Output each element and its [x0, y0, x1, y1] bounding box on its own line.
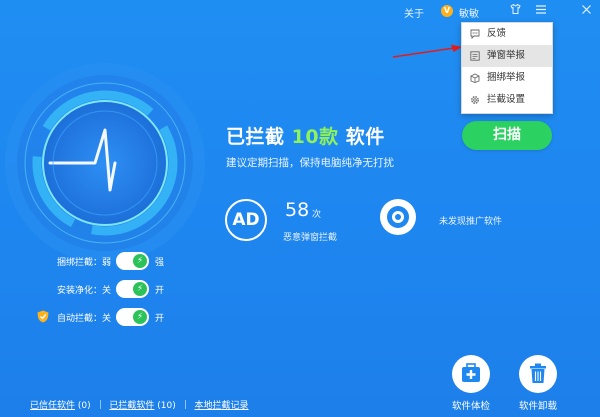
scan-button[interactable]: 扫描 — [462, 121, 552, 150]
lightning-icon: ⚡ — [133, 310, 147, 324]
headline-suffix: 软件 — [345, 126, 385, 148]
bundle-block-toggle[interactable]: ⚡ — [116, 252, 149, 270]
title-bar: 关于 V 敏敏 — [0, 0, 600, 22]
menu-item-label: 弹窗举报 — [487, 50, 526, 61]
popup-count: 58 — [285, 199, 310, 221]
blocked-count: (10) — [157, 401, 176, 411]
hamburger-icon[interactable] — [533, 3, 549, 19]
auto-block-toggle[interactable]: ⚡ — [116, 308, 149, 326]
bundle-report-icon — [470, 73, 480, 83]
menu-item-feedback[interactable]: 反馈 — [462, 23, 552, 45]
advice-text: 建议定期扫描，保持电脑纯净无打扰 — [226, 157, 394, 169]
user-avatar[interactable]: V — [441, 5, 453, 17]
bundle-block-label: 捆绑拦截：弱 — [56, 258, 111, 268]
install-clean-label: 安装净化：关 — [56, 286, 111, 296]
blocked-software-link[interactable]: 已拦截软件 — [109, 401, 154, 411]
about-link[interactable]: 关于 — [404, 5, 424, 20]
auto-block-value: 开 — [155, 314, 165, 324]
dropdown-menu: 反馈 弹窗举报 捆绑举报 拦截设置 — [461, 22, 553, 114]
radar-graphic — [5, 63, 205, 260]
software-uninstall-button[interactable] — [519, 355, 557, 393]
popup-report-icon — [470, 51, 480, 61]
software-checkup-label[interactable]: 软件体检 — [452, 398, 490, 412]
medkit-icon — [462, 363, 480, 382]
app-window: 关于 V 敏敏 已拦截 10款 软件 建议定期扫描，保持电脑纯净无打扰 扫描 A… — [0, 0, 600, 417]
menu-item-label: 捆绑举报 — [487, 72, 526, 83]
local-records-link[interactable]: 本地拦截记录 — [195, 401, 249, 411]
popup-unit: 次 — [312, 210, 322, 220]
menu-item-popup-report[interactable]: 弹窗举报 — [462, 45, 552, 67]
install-clean-value: 开 — [155, 286, 165, 296]
footer-divider — [99, 400, 101, 409]
trusted-software-link[interactable]: 已信任软件 — [30, 401, 75, 411]
menu-item-label: 反馈 — [487, 28, 507, 39]
username-label[interactable]: 敏敏 — [459, 5, 479, 20]
headline-prefix: 已拦截 — [226, 126, 285, 148]
popup-block-label: 恶意弹窗拦截 — [283, 233, 338, 243]
menu-item-bundle-report[interactable]: 捆绑举报 — [462, 67, 552, 89]
trusted-count: (0) — [77, 401, 91, 411]
menu-item-label: 拦截设置 — [487, 94, 526, 105]
bundle-block-value: 强 — [155, 258, 165, 268]
footer-divider — [184, 400, 186, 409]
footer-links: 已信任软件 (0) 已拦截软件 (10) 本地拦截记录 — [30, 398, 249, 411]
promo-software-icon — [380, 199, 416, 235]
lightning-icon: ⚡ — [133, 282, 147, 296]
gear-icon — [471, 96, 479, 104]
trash-icon — [530, 363, 546, 383]
install-clean-toggle[interactable]: ⚡ — [116, 280, 149, 298]
install-clean-row: 安装净化：关 — [0, 280, 111, 300]
close-icon[interactable] — [578, 3, 594, 19]
speech-bubble-icon — [470, 29, 480, 39]
software-checkup-button[interactable] — [452, 355, 490, 393]
lightning-icon: ⚡ — [133, 254, 147, 268]
shirt-icon[interactable] — [507, 3, 523, 19]
bundle-block-row: 捆绑拦截：弱 — [0, 252, 111, 272]
blocked-count-headline: 已拦截 10款 软件 — [226, 122, 385, 149]
menu-item-block-settings[interactable]: 拦截设置 — [462, 89, 552, 111]
promo-status-label: 未发现推广软件 — [439, 217, 503, 227]
headline-count: 10款 — [291, 126, 339, 148]
red-arrow-annotation — [392, 44, 462, 58]
auto-block-label: 自动拦截：关 — [56, 314, 111, 324]
auto-block-row: 自动拦截：关 — [0, 308, 111, 328]
ad-icon: AD — [225, 199, 267, 241]
software-uninstall-label[interactable]: 软件卸载 — [519, 398, 557, 412]
